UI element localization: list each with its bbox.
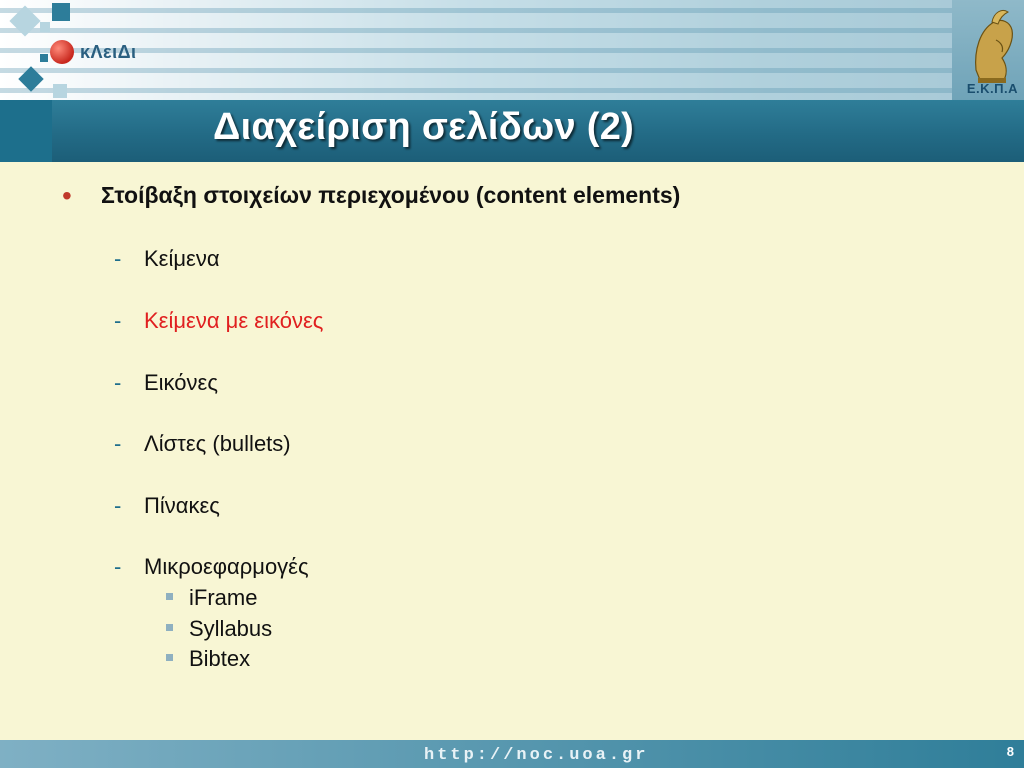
header-stripe <box>0 8 1024 13</box>
list-item: - Πίνακες <box>114 493 220 519</box>
header-stripe <box>0 28 1024 33</box>
main-bullet-text: Στοίβαξη στοιχείων περιεχομένου (content… <box>101 182 681 208</box>
square-bullet-icon <box>166 592 173 600</box>
list-item: - Μικροεφαρμογές <box>114 554 309 580</box>
header-stripe <box>0 88 1024 93</box>
square-bullet-icon <box>166 623 173 631</box>
nested-list-item-label: iFrame <box>189 585 258 610</box>
logo-square <box>40 22 50 32</box>
nested-list-item: iFrame <box>166 585 257 611</box>
header-stripe <box>0 68 1024 73</box>
header-band: κΛειΔι Ε.Κ.Π.Α <box>0 0 1024 100</box>
list-item: - Κείμενα <box>114 246 220 272</box>
list-item: - Κείμενα με εικόνες <box>114 308 323 334</box>
nested-list-item-label: Syllabus <box>189 616 273 641</box>
list-item-label: Λίστες (bullets) <box>144 431 291 456</box>
bullet-icon: • <box>62 180 72 211</box>
university-crest: Ε.Κ.Π.Α <box>952 0 1024 100</box>
list-item-label: Μικροεφαρμογές <box>144 554 309 579</box>
dash-bullet: - <box>114 431 122 456</box>
list-item: - Λίστες (bullets) <box>114 431 291 457</box>
title-bar-accent <box>0 100 52 162</box>
page-number: 8 <box>1006 744 1014 759</box>
logo-square <box>53 84 67 98</box>
list-item-label: Πίνακες <box>144 493 220 518</box>
logo-text: κΛειΔι <box>80 42 137 62</box>
logo-square <box>52 3 70 21</box>
dash-bullet: - <box>114 554 122 579</box>
list-item-label: Κείμενα με εικόνες <box>144 308 324 333</box>
crest-label: Ε.Κ.Π.Α <box>966 81 1018 96</box>
header-stripe <box>0 48 1024 53</box>
nested-list-item-label: Bibtex <box>189 646 251 671</box>
dash-bullet: - <box>114 246 122 271</box>
dash-bullet: - <box>114 308 122 333</box>
logo-circle <box>50 40 74 64</box>
nested-list-item: Syllabus <box>166 616 272 642</box>
list-item: - Εικόνες <box>114 370 218 396</box>
square-bullet-icon <box>166 653 173 661</box>
list-item-label: Εικόνες <box>144 370 218 395</box>
slide-title: Διαχείριση σελίδων (2) <box>213 106 635 148</box>
logo-square <box>40 54 48 62</box>
nested-list-item: Bibtex <box>166 646 250 672</box>
footer-url: http://noc.uoa.gr <box>424 746 649 765</box>
dash-bullet: - <box>114 370 122 395</box>
list-item-label: Κείμενα <box>144 246 220 271</box>
dash-bullet: - <box>114 493 122 518</box>
